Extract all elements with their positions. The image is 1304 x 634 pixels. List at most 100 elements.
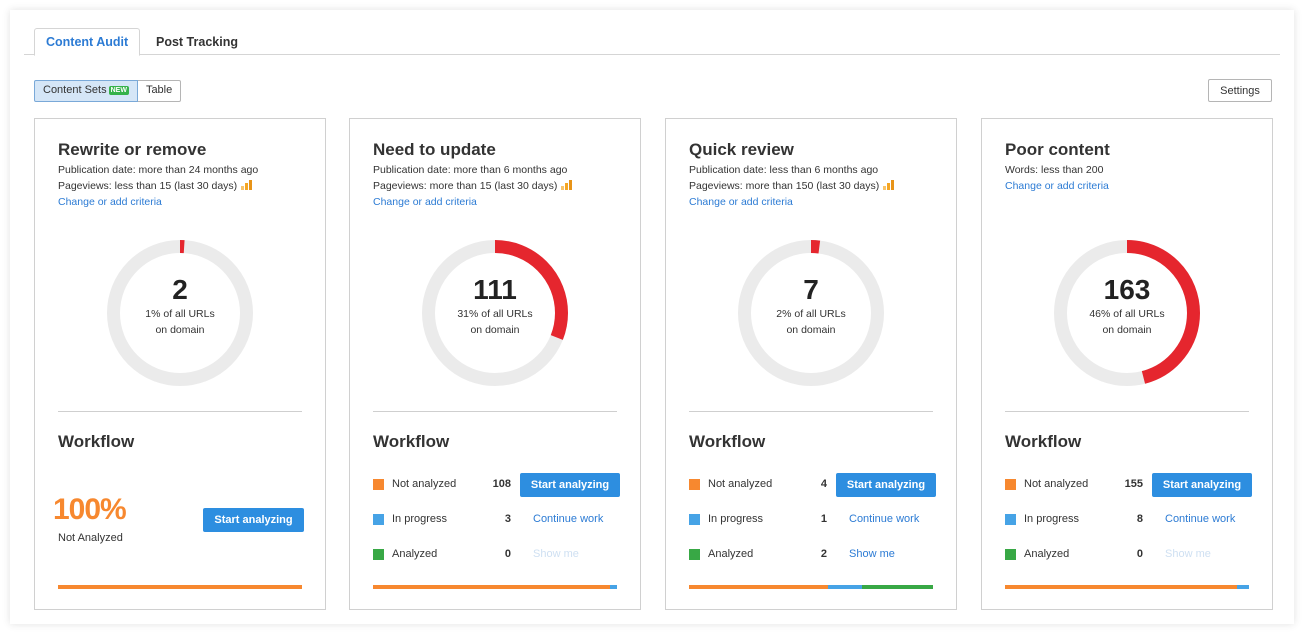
status-label: In progress	[708, 513, 764, 525]
progress-not-analyzed	[373, 585, 610, 589]
bar-chart-icon	[883, 180, 895, 190]
new-badge: NEW	[108, 86, 129, 95]
start-analyzing-button[interactable]: Start analyzing	[836, 473, 936, 497]
start-analyzing-button[interactable]: Start analyzing	[203, 508, 304, 532]
workflow-progress-bar	[58, 585, 302, 589]
settings-button[interactable]: Settings	[1208, 79, 1272, 102]
divider	[373, 411, 617, 412]
change-criteria-link[interactable]: Change or add criteria	[689, 196, 793, 208]
url-share-text: 1% of all URLs	[145, 308, 215, 320]
workflow-title: Workflow	[1005, 432, 1082, 451]
status-label: Analyzed	[708, 548, 754, 560]
progress-analyzed	[862, 585, 933, 589]
status-label: Analyzed	[1024, 548, 1070, 560]
workflow-row-analyzed: Analyzed 0 Show me	[373, 547, 617, 563]
workflow-row-not-analyzed: Not analyzed 4 Start analyzing	[689, 473, 936, 497]
url-share-donut: 163 46% of all URLs on domain	[1050, 236, 1204, 390]
workflow-row-analyzed: Analyzed 0 Show me	[1005, 547, 1249, 563]
table-view-button[interactable]: Table	[137, 80, 182, 102]
workflow-progress-bar	[1005, 585, 1249, 589]
status-count: 3	[504, 513, 511, 525]
status-label: Not analyzed	[392, 478, 457, 490]
change-criteria-link[interactable]: Change or add criteria	[373, 196, 477, 208]
criteria-publication-date: Publication date: less than 6 months ago	[689, 164, 879, 176]
progress-in-progress	[1236, 585, 1249, 589]
content-set-card-rewrite-or-remove: Rewrite or remove Publication date: more…	[34, 118, 326, 610]
content-set-card-quick-review: Quick review Publication date: less than…	[665, 118, 957, 610]
status-count: 2	[820, 548, 827, 560]
url-share-donut: 7 2% of all URLs on domain	[734, 236, 888, 390]
status-count: 0	[504, 548, 511, 560]
content-sets-button[interactable]: Content Sets NEW	[34, 80, 138, 102]
url-count: 7	[803, 274, 819, 305]
status-count: 155	[1124, 478, 1143, 490]
url-share-text: 31% of all URLs	[457, 308, 533, 320]
card-title: Rewrite or remove	[58, 140, 207, 159]
status-label: Analyzed	[392, 548, 438, 560]
continue-work-link[interactable]: Continue work	[1165, 513, 1235, 525]
content-set-card-need-to-update: Need to update Publication date: more th…	[349, 118, 641, 610]
analyzed-swatch	[689, 549, 700, 560]
status-label: Not analyzed	[708, 478, 773, 490]
divider	[689, 411, 933, 412]
not-analyzed-swatch	[689, 479, 700, 490]
url-share-suffix: on domain	[470, 324, 520, 336]
criteria-word-count: Words: less than 200	[1005, 164, 1104, 176]
criteria-publication-date: Publication date: more than 24 months ag…	[58, 164, 259, 176]
status-label: In progress	[392, 513, 448, 525]
start-analyzing-button[interactable]: Start analyzing	[520, 473, 620, 497]
content-sets-label: Content Sets	[43, 84, 107, 96]
tab-post-tracking[interactable]: Post Tracking	[144, 28, 250, 55]
workflow-row-not-analyzed: Not analyzed 155 Start analyzing	[1005, 473, 1252, 497]
show-me-link: Show me	[533, 548, 579, 560]
workflow-title: Workflow	[689, 432, 766, 451]
workflow-title: Workflow	[58, 432, 135, 451]
view-toggle: Content Sets NEW Table	[34, 80, 182, 102]
bar-chart-icon	[241, 180, 253, 190]
status-count: 1	[820, 513, 827, 525]
url-share-donut: 2 1% of all URLs on domain	[103, 236, 257, 390]
url-share-text: 46% of all URLs	[1089, 308, 1165, 320]
url-share-suffix: on domain	[786, 324, 836, 336]
criteria-publication-date: Publication date: more than 6 months ago	[373, 164, 568, 176]
url-share-text: 2% of all URLs	[776, 308, 846, 320]
progress-in-progress	[828, 585, 863, 589]
tab-content-audit[interactable]: Content Audit	[34, 28, 141, 56]
tab-bar: Content Audit Post Tracking	[24, 18, 1280, 56]
progress-not-analyzed	[58, 585, 302, 589]
change-criteria-link[interactable]: Change or add criteria	[58, 196, 162, 208]
change-criteria-link[interactable]: Change or add criteria	[1005, 180, 1109, 192]
url-count: 2	[172, 274, 188, 305]
card-title: Need to update	[373, 140, 496, 159]
status-count: 4	[820, 478, 827, 490]
url-share-suffix: on domain	[1102, 324, 1152, 336]
workflow-row-analyzed: Analyzed 2 Show me	[689, 547, 933, 563]
status-count: 0	[1136, 548, 1143, 560]
start-analyzing-button[interactable]: Start analyzing	[1152, 473, 1252, 497]
divider	[58, 411, 302, 412]
status-label: In progress	[1024, 513, 1080, 525]
not-analyzed-swatch	[1005, 479, 1016, 490]
url-count: 163	[1103, 274, 1151, 305]
progress-not-analyzed	[689, 585, 829, 589]
criteria-pageviews-text: Pageviews: more than 15 (last 30 days)	[373, 180, 558, 192]
show-me-link: Show me	[1165, 548, 1211, 560]
workflow-title: Workflow	[373, 432, 450, 451]
status-count: 8	[1136, 513, 1143, 525]
workflow-progress-bar	[689, 585, 933, 589]
progress-in-progress	[609, 585, 617, 589]
progress-not-analyzed	[1005, 585, 1237, 589]
continue-work-link[interactable]: Continue work	[533, 513, 603, 525]
url-share-suffix: on domain	[155, 324, 205, 336]
url-count: 111	[473, 274, 517, 305]
in-progress-swatch	[689, 514, 700, 525]
continue-work-link[interactable]: Continue work	[849, 513, 919, 525]
workflow-row-in-progress: In progress 3 Continue work	[373, 512, 617, 528]
analyzed-swatch	[1005, 549, 1016, 560]
content-set-card-poor-content: Poor content Words: less than 200 Change…	[981, 118, 1273, 610]
status-count: 108	[492, 478, 511, 490]
show-me-link[interactable]: Show me	[849, 548, 895, 560]
bar-chart-icon	[561, 180, 573, 190]
analyzed-swatch	[373, 549, 384, 560]
in-progress-swatch	[1005, 514, 1016, 525]
